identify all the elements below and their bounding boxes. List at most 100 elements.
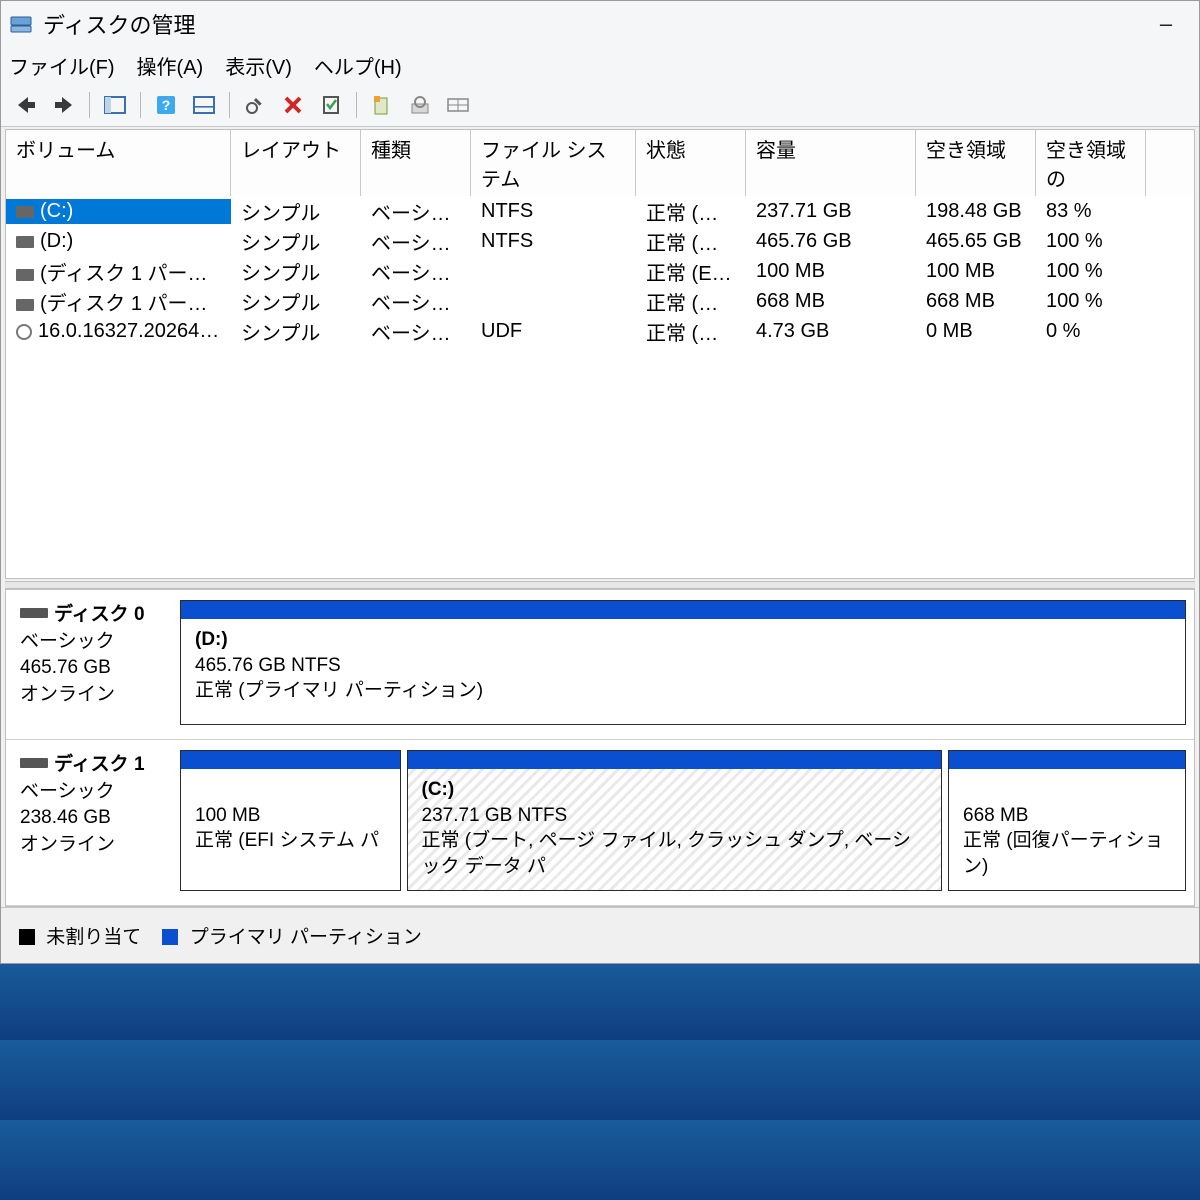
menu-file[interactable]: ファイル(F) — [9, 51, 115, 80]
volume-layout: シンプル — [231, 286, 361, 317]
legend-primary-label: プライマリ パーティション — [190, 927, 422, 948]
drive-icon — [16, 269, 34, 281]
volume-free: 0 MB — [916, 319, 1036, 344]
disk-row[interactable]: ディスク 1ベーシック238.46 GBオンライン 100 MB正常 (EFI … — [6, 740, 1194, 906]
separator — [229, 92, 230, 118]
partition-status: 正常 (回復パーティション) — [963, 828, 1173, 879]
volume-row[interactable]: 16.0.16327.20264 (E:)シンプルベーシックUDF正常 (プラ.… — [6, 316, 1194, 346]
delete-button[interactable] — [275, 88, 311, 122]
legend-unallocated-label: 未割り当て — [46, 927, 141, 948]
volume-name: (D:) — [40, 230, 73, 252]
volume-row[interactable]: (ディスク 1 パーティシ...シンプルベーシック 正常 (EFI ... 100 … — [6, 256, 1194, 286]
properties-button[interactable] — [313, 88, 349, 122]
volume-status: 正常 (プラ... — [636, 226, 746, 257]
menu-action[interactable]: 操作(A) — [137, 51, 204, 80]
menu-view[interactable]: 表示(V) — [225, 51, 292, 80]
partition[interactable]: 100 MB正常 (EFI システム パ — [180, 750, 401, 891]
menu-help[interactable]: ヘルプ(H) — [314, 51, 402, 80]
minimize-button[interactable]: – — [1141, 4, 1191, 44]
partition[interactable]: (C:)237.71 GB NTFS正常 (ブート, ページ ファイル, クラッ… — [407, 750, 943, 891]
volume-fs — [471, 300, 636, 302]
volume-layout: シンプル — [231, 226, 361, 257]
separator — [140, 92, 141, 118]
separator — [356, 92, 357, 118]
partition-status: 正常 (プライマリ パーティション) — [195, 678, 1173, 704]
col-status[interactable]: 状態 — [636, 130, 746, 196]
settings-button[interactable] — [237, 88, 273, 122]
disk-row[interactable]: ディスク 0ベーシック465.76 GBオンライン(D:)465.76 GB N… — [6, 590, 1194, 740]
forward-button[interactable] — [46, 88, 82, 122]
volume-status: 正常 (EFI ... — [636, 256, 746, 287]
col-free[interactable]: 空き領域 — [916, 130, 1036, 196]
volume-name: (C:) — [40, 200, 73, 222]
legend-primary-swatch — [162, 929, 178, 945]
volume-list-header[interactable]: ボリューム レイアウト 種類 ファイル システム 状態 容量 空き領域 空き領域… — [6, 130, 1194, 196]
disk-management-window: ディスクの管理 – ファイル(F) 操作(A) 表示(V) ヘルプ(H) ? — [0, 0, 1200, 964]
volume-free: 465.65 GB — [916, 229, 1036, 254]
volume-type: ベーシック — [361, 316, 471, 347]
volume-capacity: 668 MB — [746, 289, 916, 314]
partition[interactable]: (D:)465.76 GB NTFS正常 (プライマリ パーティション) — [180, 600, 1186, 725]
volume-free: 198.48 GB — [916, 199, 1036, 224]
volume-fs: NTFS — [471, 229, 636, 254]
partition-header-bar — [181, 601, 1185, 619]
disk-icon — [20, 608, 48, 618]
volume-status: 正常 (プラ... — [636, 316, 746, 347]
partition-letter: (D:) — [195, 629, 228, 650]
volume-row[interactable]: (ディスク 1 パーティシ...シンプルベーシック 正常 (回復...668 MB… — [6, 286, 1194, 316]
col-capacity[interactable]: 容量 — [746, 130, 916, 196]
action-button-1[interactable] — [364, 88, 400, 122]
volume-fs: NTFS — [471, 199, 636, 224]
volume-capacity: 465.76 GB — [746, 229, 916, 254]
separator — [89, 92, 90, 118]
col-freepct[interactable]: 空き領域の — [1036, 130, 1146, 196]
show-hide-tree-button[interactable] — [97, 88, 133, 122]
partition[interactable]: 668 MB正常 (回復パーティション) — [948, 750, 1186, 891]
partition-header-bar — [181, 751, 400, 769]
partition-header-bar — [949, 751, 1185, 769]
back-button[interactable] — [8, 88, 44, 122]
volume-freepct: 100 % — [1036, 289, 1146, 314]
volume-name: 16.0.16327.20264 (E:) — [38, 320, 231, 342]
action-button-3[interactable] — [440, 88, 476, 122]
volume-layout: シンプル — [231, 316, 361, 347]
volume-free: 100 MB — [916, 259, 1036, 284]
drive-icon — [16, 236, 34, 248]
volume-status: 正常 (ブート... — [636, 196, 746, 227]
graphical-disk-view[interactable]: ディスク 0ベーシック465.76 GBオンライン(D:)465.76 GB N… — [5, 589, 1195, 907]
partition-size: 100 MB — [195, 803, 388, 829]
volume-type: ベーシック — [361, 226, 471, 257]
volume-row[interactable]: (C:)シンプルベーシックNTFS正常 (ブート...237.71 GB198.… — [6, 196, 1194, 226]
title-bar[interactable]: ディスクの管理 – — [1, 1, 1199, 47]
partition-header-bar — [408, 751, 942, 769]
volume-type: ベーシック — [361, 286, 471, 317]
col-type[interactable]: 種類 — [361, 130, 471, 196]
action-button-2[interactable] — [402, 88, 438, 122]
col-layout[interactable]: レイアウト — [231, 130, 361, 196]
legend-unallocated-swatch — [19, 929, 35, 945]
volume-name: (ディスク 1 パーティシ... — [40, 263, 231, 285]
cd-icon — [16, 324, 32, 340]
volume-status: 正常 (回復... — [636, 286, 746, 317]
menu-bar: ファイル(F) 操作(A) 表示(V) ヘルプ(H) — [1, 47, 1199, 84]
splitter[interactable] — [5, 581, 1195, 589]
refresh-button[interactable] — [186, 88, 222, 122]
volume-list[interactable]: ボリューム レイアウト 種類 ファイル システム 状態 容量 空き領域 空き領域… — [5, 129, 1195, 579]
volume-type: ベーシック — [361, 256, 471, 287]
partition-row: (D:)465.76 GB NTFS正常 (プライマリ パーティション) — [176, 590, 1194, 739]
app-icon — [9, 12, 33, 36]
disk-icon — [20, 758, 48, 768]
volume-freepct: 100 % — [1036, 259, 1146, 284]
col-volume[interactable]: ボリューム — [6, 130, 231, 196]
help-button[interactable]: ? — [148, 88, 184, 122]
svg-text:?: ? — [162, 97, 171, 113]
volume-fs — [471, 270, 636, 272]
window-title: ディスクの管理 — [43, 8, 195, 40]
col-fs[interactable]: ファイル システム — [471, 130, 636, 196]
partition-status: 正常 (ブート, ページ ファイル, クラッシュ ダンプ, ベーシック データ … — [422, 828, 930, 879]
volume-name: (ディスク 1 パーティシ... — [40, 293, 231, 315]
volume-layout: シンプル — [231, 256, 361, 287]
volume-fs: UDF — [471, 319, 636, 344]
volume-row[interactable]: (D:) シンプルベーシックNTFS正常 (プラ...465.76 GB465.6… — [6, 226, 1194, 256]
disk-label: ディスク 0ベーシック465.76 GBオンライン — [6, 590, 176, 739]
